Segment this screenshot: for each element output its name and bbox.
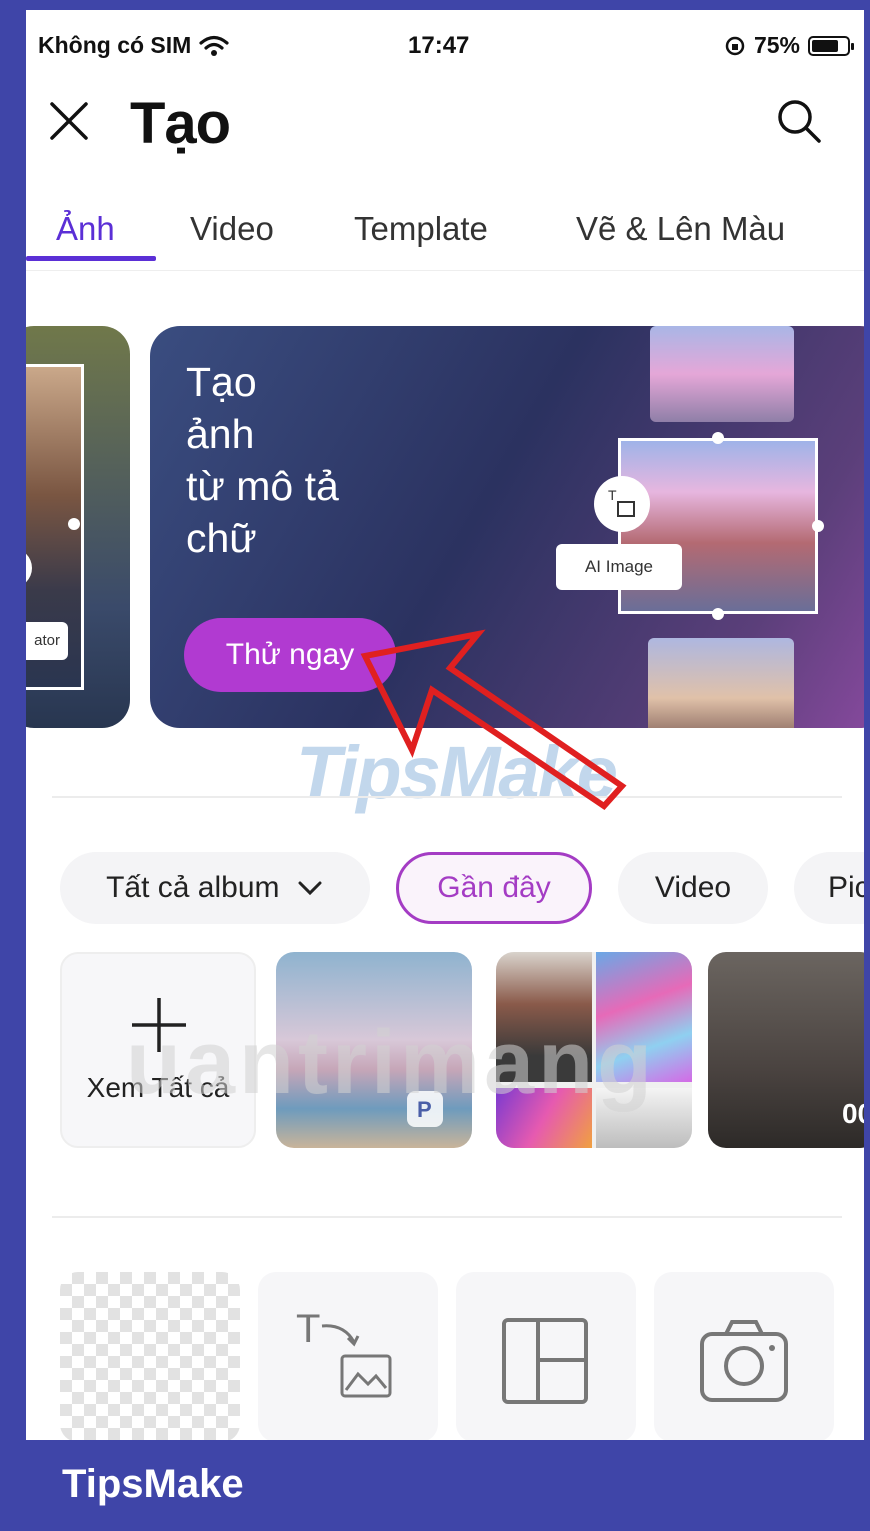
active-tab-indicator — [26, 256, 156, 261]
header: Tạo — [26, 80, 864, 170]
svg-text:T: T — [608, 487, 617, 503]
camera-icon — [700, 1320, 788, 1402]
album-filter-bar: Tất cả album Gần đây Video Pic — [26, 852, 864, 932]
tab-template[interactable]: Template — [354, 210, 488, 248]
transparent-canvas-tool[interactable] — [60, 1272, 240, 1440]
search-icon[interactable] — [774, 96, 824, 146]
sample-image-bottom — [648, 638, 794, 728]
frame-left-border — [10, 10, 26, 1440]
carrier-status: Không có SIM — [38, 32, 229, 59]
resize-handle — [68, 518, 80, 530]
camera-tool[interactable] — [654, 1272, 834, 1440]
tab-photo[interactable]: Ảnh — [56, 210, 115, 248]
chevron-down-icon — [298, 881, 322, 896]
filter-recent[interactable]: Gần đây — [396, 852, 592, 924]
tab-draw-color[interactable]: Vẽ & Lên Màu — [576, 210, 785, 248]
tabs-divider — [26, 270, 864, 271]
text-to-image-tool[interactable]: T — [258, 1272, 438, 1440]
battery-status: 75% — [724, 32, 854, 59]
close-icon[interactable] — [48, 100, 90, 142]
tools-row: T — [26, 1272, 864, 1440]
battery-percent: 75% — [753, 32, 800, 58]
page-title: Tạo — [130, 91, 231, 156]
footer-bar: TipsMake — [10, 1440, 870, 1531]
section-divider — [52, 796, 842, 798]
resize-handle-top — [712, 432, 724, 444]
battery-icon — [808, 35, 854, 56]
collage-tool[interactable] — [456, 1272, 636, 1440]
ai-image-banner[interactable]: Tạo ảnh từ mô tả chữ Thử ngay T AI Image — [150, 326, 864, 728]
banner-title: Tạo ảnh từ mô tả chữ — [186, 359, 339, 561]
sample-image-top — [650, 326, 794, 422]
text-to-image-icon: T — [594, 476, 650, 532]
ai-image-tag: AI Image — [556, 544, 682, 590]
video-thumbnail[interactable]: 00:0 — [708, 952, 864, 1148]
rotation-lock-icon — [725, 36, 745, 55]
filter-video[interactable]: Video — [618, 852, 768, 924]
try-now-button[interactable]: Thử ngay — [184, 618, 396, 692]
footer-brand: TipsMake — [62, 1462, 244, 1506]
text-to-image-icon: T — [296, 1308, 392, 1398]
clock: 17:47 — [408, 32, 470, 59]
video-duration: 00:0 — [841, 1098, 864, 1129]
feature-badge: ator — [26, 622, 68, 660]
all-albums-label: Tất cả album — [106, 871, 280, 904]
filter-pictures[interactable]: Pic — [794, 852, 864, 924]
all-albums-dropdown[interactable]: Tất cả album — [60, 852, 370, 924]
status-bar: Không có SIM 17:47 75% — [26, 10, 864, 72]
resize-handle-bottom — [712, 608, 724, 620]
section-divider-2 — [52, 1216, 842, 1218]
previous-feature-card[interactable]: ator — [26, 326, 130, 728]
watermark-tipsmake: TipsMake — [296, 731, 618, 814]
watermark-quantrimang: uantrimang — [126, 1013, 657, 1113]
tab-bar: Ảnh Video Template Vẽ & Lên Màu — [26, 200, 864, 270]
phone-screen: Không có SIM 17:47 75% Tạo Ảnh Video Tem… — [26, 10, 864, 1440]
tab-video[interactable]: Video — [190, 210, 274, 248]
svg-text:T: T — [296, 1308, 320, 1351]
carrier-label: Không có SIM — [38, 32, 192, 58]
resize-handle-right — [812, 520, 824, 532]
grid-layout-icon — [502, 1318, 588, 1404]
wifi-icon — [199, 35, 229, 56]
